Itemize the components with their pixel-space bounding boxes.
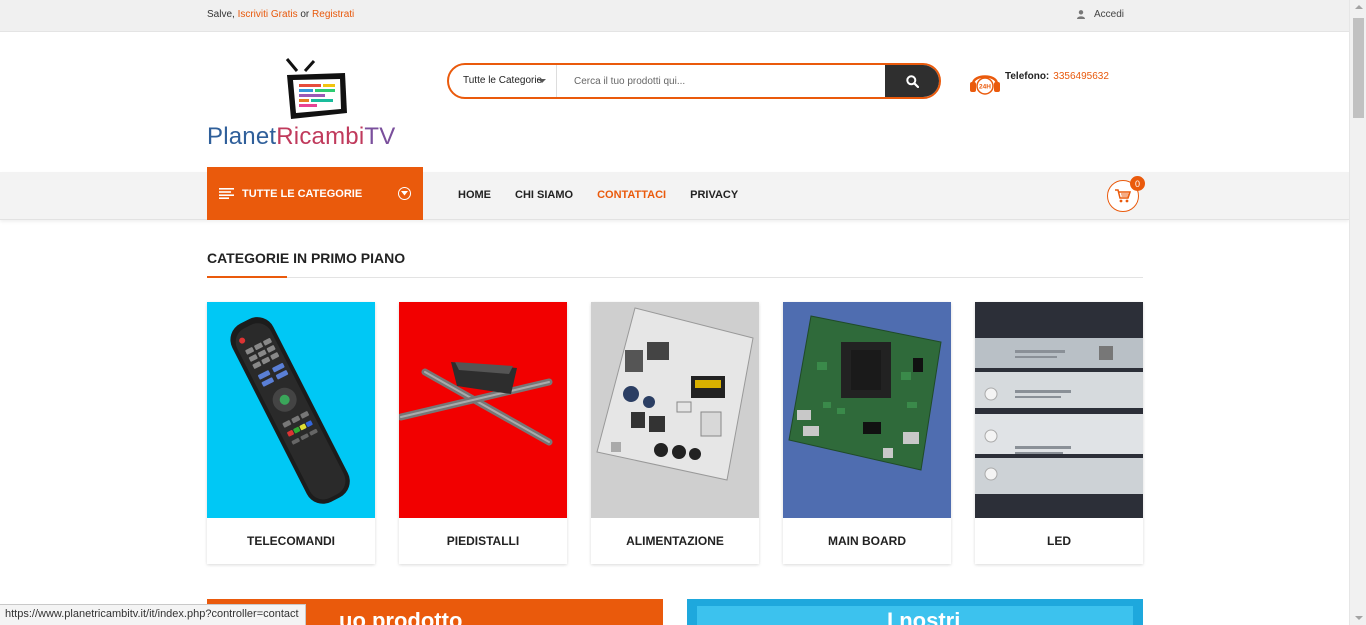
menu-icon [219,188,234,199]
vertical-scrollbar[interactable] [1349,0,1366,625]
category-select[interactable]: Tutte le Categorie [449,65,557,97]
promo-banner-right[interactable]: I nostri [687,599,1143,625]
category-name: LED [1047,534,1071,548]
nav-contattaci[interactable]: CONTATTACI [597,189,666,201]
category-name: ALIMENTAZIONE [626,534,724,548]
logo-text-ricambi: Ricambi [276,123,365,150]
phone-contact: 24H Telefono: 3356495632 [969,68,1109,96]
section-divider [207,276,1143,278]
category-name: TELECOMANDI [247,534,335,548]
search-bar: Tutte le Categorie [447,63,941,99]
category-card-main-board[interactable]: MAIN BOARD [783,302,951,564]
main-nav: HOME CHI SIAMO CONTATTACI PRIVACY [458,189,762,201]
logo-text: PlanetRicambiTV [207,123,395,151]
search-input[interactable] [558,65,888,97]
nav-bar: TUTTE LE CATEGORIE HOME CHI SIAMO CONTAT… [0,167,1349,220]
user-icon [1077,10,1085,19]
category-cards: TELECOMANDI PIEDISTALLI ALIMENTAZIONE MA… [207,302,1143,564]
category-image-led [975,302,1143,518]
category-card-led[interactable]: LED [975,302,1143,564]
nav-privacy[interactable]: PRIVACY [690,189,738,201]
nav-home[interactable]: HOME [458,189,491,201]
section-divider-accent [207,276,287,278]
cart-button[interactable]: 0 [1107,176,1145,212]
scroll-up-icon[interactable] [1355,5,1363,9]
remote-control-image [207,302,375,518]
scrollbar-thumb[interactable] [1353,18,1364,118]
category-image-alimentazione [591,302,759,518]
register-link[interactable]: Registrati [312,9,354,20]
site-logo[interactable]: PlanetRicambiTV [207,57,427,152]
status-url: https://www.planetricambitv.it/it/index.… [0,604,306,625]
category-image-main-board [783,302,951,518]
promo-banner-right-text: I nostri [887,608,961,625]
category-name: MAIN BOARD [828,534,906,548]
login-label: Accedi [1094,9,1125,20]
cart-count-badge: 0 [1130,176,1145,191]
shopping-cart-icon [1115,189,1131,203]
category-image-piedistalli [399,302,567,518]
login-link[interactable]: Accedi [1077,9,1124,20]
section-title: CATEGORIE IN PRIMO PIANO [207,250,406,266]
promo-banner-left-text: uo prodotto [339,608,463,625]
scroll-down-icon[interactable] [1355,616,1363,620]
greeting-text: Salve, [207,9,235,20]
category-card-alimentazione[interactable]: ALIMENTAZIONE [591,302,759,564]
main-board-image [783,302,951,518]
chevron-down-icon [538,79,546,83]
category-card-piedistalli[interactable]: PIEDISTALLI [399,302,567,564]
category-card-telecomandi[interactable]: TELECOMANDI [207,302,375,564]
or-text: or [300,9,310,20]
headset-badge: 24H [979,84,991,91]
page: Salve, Iscriviti Gratis or Registrati Ac… [0,0,1366,625]
logo-text-tv: TV [364,123,396,150]
logo-text-planet: Planet [207,123,277,150]
category-name: PIEDISTALLI [446,534,520,548]
search-button[interactable] [885,65,939,97]
tv-stand-image [399,302,567,518]
phone-label: Telefono: [1005,71,1050,82]
top-bar: Salve, Iscriviti Gratis or Registrati Ac… [0,0,1349,32]
power-board-image [591,302,759,518]
header: PlanetRicambiTV Tutte le Categorie 24H T… [0,32,1349,172]
all-categories-label: TUTTE LE CATEGORIE [242,187,363,200]
all-categories-button[interactable]: TUTTE LE CATEGORIE [207,167,423,220]
chevron-down-icon [398,187,411,200]
category-select-value: Tutte le Categorie [463,75,543,86]
headset-24h-icon: 24H [970,75,1000,95]
nav-chi-siamo[interactable]: CHI SIAMO [515,189,573,201]
greeting: Salve, Iscriviti Gratis or Registrati [207,9,354,20]
phone-number[interactable]: 3356495632 [1053,71,1109,82]
category-image-telecomandi [207,302,375,518]
search-icon [905,74,919,88]
signup-link[interactable]: Iscriviti Gratis [238,9,298,20]
led-strips-image [975,302,1143,518]
